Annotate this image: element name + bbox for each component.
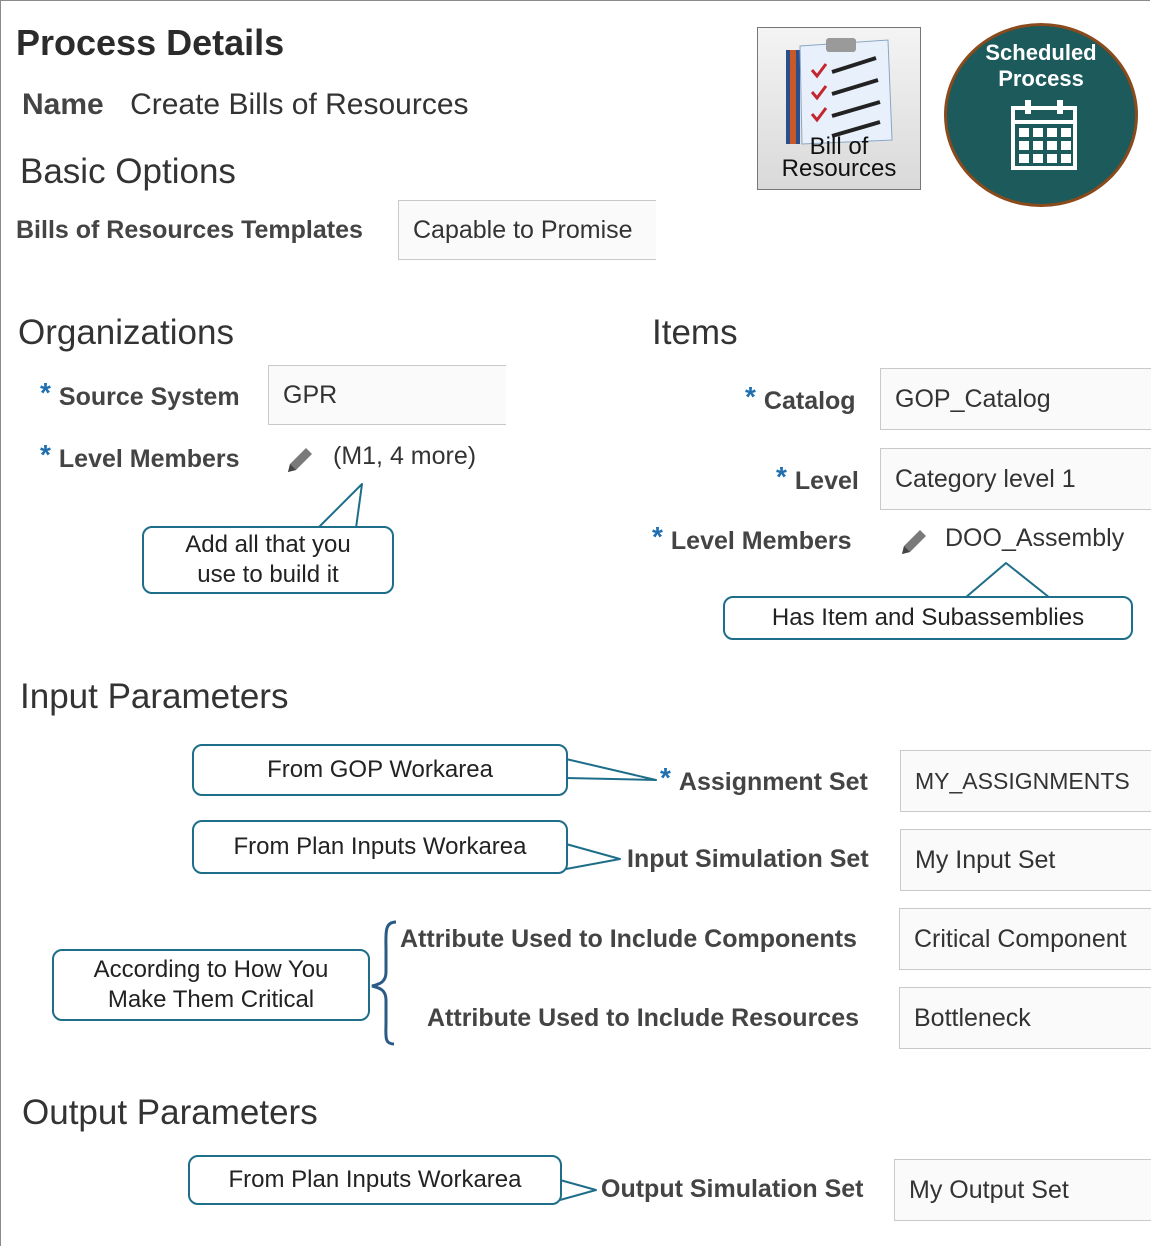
critical-attributes-callout: According to How You Make Them Critical (52, 949, 370, 1021)
gop-workarea-callout: From GOP Workarea (192, 744, 568, 796)
output-sim-callout: From Plan Inputs Workarea (188, 1155, 562, 1205)
org-level-members-callout: Add all that you use to build it (142, 526, 394, 594)
input-sim-callout: From Plan Inputs Workarea (192, 820, 568, 874)
curly-bracket (371, 920, 397, 1046)
item-level-members-callout: Has Item and Subassemblies (723, 596, 1133, 640)
